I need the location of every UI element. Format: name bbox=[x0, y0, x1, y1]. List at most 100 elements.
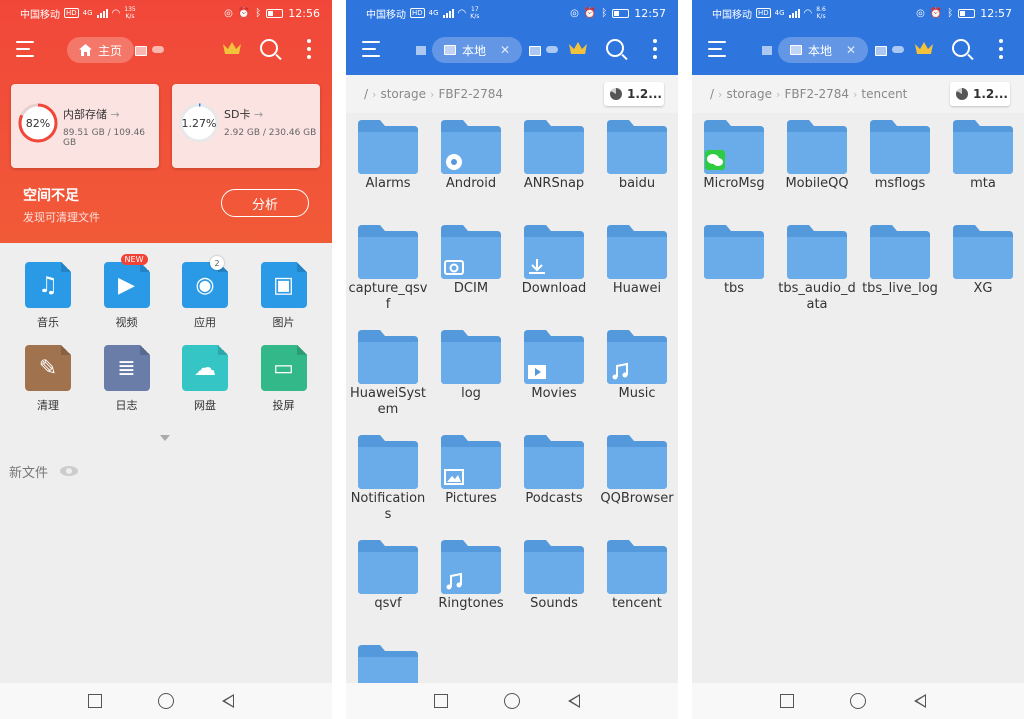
search-icon[interactable] bbox=[260, 39, 278, 57]
breadcrumb-item[interactable]: tencent bbox=[861, 87, 907, 101]
folder-item[interactable]: Ringtones bbox=[431, 540, 511, 612]
close-tab-icon[interactable]: ✕ bbox=[846, 43, 856, 57]
more-icon[interactable] bbox=[653, 39, 657, 59]
recents-button[interactable] bbox=[780, 694, 794, 708]
menu-icon[interactable] bbox=[708, 41, 728, 57]
search-icon[interactable] bbox=[606, 39, 624, 57]
tab-local[interactable]: 本地 ✕ bbox=[432, 37, 522, 63]
close-tab-icon[interactable]: ✕ bbox=[500, 43, 510, 57]
folder-item[interactable]: mta bbox=[943, 120, 1023, 192]
folder-item[interactable]: qsvf bbox=[348, 540, 428, 612]
tab-local[interactable]: 本地 ✕ bbox=[778, 37, 868, 63]
usage-label: 1.2... bbox=[973, 87, 1008, 101]
folder-name: tbs_audio_data bbox=[778, 281, 856, 312]
folder-item[interactable]: Movies bbox=[514, 330, 594, 402]
breadcrumb-item[interactable]: FBF2-2784 bbox=[784, 87, 849, 101]
crown-icon[interactable] bbox=[914, 40, 934, 56]
folder-item[interactable]: Android bbox=[431, 120, 511, 192]
crown-icon[interactable] bbox=[222, 40, 242, 56]
search-icon[interactable] bbox=[952, 39, 970, 57]
folder-item[interactable]: baidu bbox=[597, 120, 677, 192]
folder-item[interactable]: Alarms bbox=[348, 120, 428, 192]
folder-item[interactable]: Sounds bbox=[514, 540, 594, 612]
category-log[interactable]: ≣ 日志 bbox=[97, 345, 157, 413]
home-button[interactable] bbox=[850, 693, 866, 709]
category-video[interactable]: ▶ NEW 视频 bbox=[97, 254, 157, 330]
back-button[interactable] bbox=[568, 694, 580, 708]
crown-icon[interactable] bbox=[568, 40, 588, 56]
home-button[interactable] bbox=[158, 693, 174, 709]
analyze-button[interactable]: 分析 bbox=[221, 189, 309, 217]
home-tab-icon[interactable] bbox=[416, 46, 426, 55]
window-tab-icon[interactable] bbox=[529, 46, 541, 56]
folder-item[interactable]: Pictures bbox=[431, 435, 511, 507]
back-button[interactable] bbox=[914, 694, 926, 708]
breadcrumb-item[interactable]: storage bbox=[380, 87, 426, 101]
category-music[interactable]: ♫ 音乐 bbox=[18, 262, 78, 330]
cloud-tab-icon[interactable] bbox=[892, 46, 904, 53]
storage-size: 2.92 GB / 230.46 GB bbox=[224, 128, 317, 138]
category-cast[interactable]: ▭ 投屏 bbox=[254, 345, 314, 413]
signal-icon bbox=[788, 8, 800, 18]
back-button[interactable] bbox=[222, 694, 234, 708]
storage-usage-button[interactable]: 1.2... bbox=[604, 82, 664, 106]
home-tab-icon[interactable] bbox=[762, 46, 772, 55]
folder-name: Alarms bbox=[365, 176, 411, 191]
home-button[interactable] bbox=[504, 693, 520, 709]
category-image[interactable]: ▣ 图片 bbox=[254, 262, 314, 330]
folder-icon bbox=[787, 120, 847, 174]
category-broom[interactable]: ✎ 清理 bbox=[18, 345, 78, 413]
folder-item[interactable]: msflogs bbox=[860, 120, 940, 192]
eye-icon[interactable] bbox=[60, 466, 78, 476]
folder-item[interactable]: tbs_live_log bbox=[860, 225, 940, 297]
category-cloud[interactable]: ☁ 网盘 bbox=[175, 345, 235, 413]
folder-item[interactable]: MicroMsg bbox=[694, 120, 774, 192]
folder-item[interactable]: Podcasts bbox=[514, 435, 594, 507]
folder-item[interactable]: QQBrowser bbox=[597, 435, 677, 507]
category-label: 日志 bbox=[115, 399, 138, 412]
folder-item[interactable]: log bbox=[431, 330, 511, 402]
menu-icon[interactable] bbox=[362, 41, 382, 57]
category-android[interactable]: ◉ 2 应用 bbox=[175, 256, 235, 330]
folder-item[interactable]: HuaweiSystem bbox=[348, 330, 428, 418]
breadcrumb-item[interactable]: / bbox=[364, 87, 368, 101]
folder-name: Sounds bbox=[530, 596, 578, 611]
folder-item[interactable]: Notifications bbox=[348, 435, 428, 523]
recents-button[interactable] bbox=[88, 694, 102, 708]
folder-item[interactable]: MobileQQ bbox=[777, 120, 857, 192]
folder-item[interactable]: ANRSnap bbox=[514, 120, 594, 192]
tab-home[interactable]: 主页 bbox=[67, 37, 135, 63]
storage-card-internal[interactable]: 82% 内部存储 → 89.51 GB / 109.46 GB bbox=[11, 84, 159, 168]
storage-card-sd[interactable]: 1.27% SD卡 → 2.92 GB / 230.46 GB bbox=[172, 84, 320, 168]
folder-icon bbox=[441, 435, 501, 489]
window-tab-icon[interactable] bbox=[875, 46, 887, 56]
breadcrumb-item[interactable]: FBF2-2784 bbox=[438, 87, 503, 101]
more-icon[interactable] bbox=[307, 39, 311, 59]
category-tile: ▭ bbox=[260, 345, 307, 391]
storage-usage-button[interactable]: 1.2... bbox=[950, 82, 1010, 106]
folder-item[interactable]: capture_qsvf bbox=[348, 225, 428, 313]
battery-icon bbox=[958, 8, 976, 18]
folder-icon bbox=[358, 225, 418, 279]
breadcrumb-item[interactable]: / bbox=[710, 87, 714, 101]
folder-item[interactable]: tbs bbox=[694, 225, 774, 297]
more-icon[interactable] bbox=[999, 39, 1003, 59]
folder-item[interactable]: Download bbox=[514, 225, 594, 297]
recents-button[interactable] bbox=[434, 694, 448, 708]
folder-item[interactable]: DCIM bbox=[431, 225, 511, 297]
folder-item[interactable]: Huawei bbox=[597, 225, 677, 297]
android-icon: ◉ bbox=[195, 272, 215, 298]
menu-icon[interactable] bbox=[16, 41, 36, 57]
cloud-tab-icon[interactable] bbox=[152, 46, 164, 53]
expand-arrow-icon[interactable] bbox=[160, 435, 170, 441]
folder-name: MicroMsg bbox=[703, 176, 765, 191]
cloud-tab-icon[interactable] bbox=[546, 46, 558, 53]
folder-item[interactable]: tbs_audio_data bbox=[777, 225, 857, 313]
folder-name: tencent bbox=[612, 596, 662, 611]
folder-name: Podcasts bbox=[525, 491, 583, 506]
folder-item[interactable]: tencent bbox=[597, 540, 677, 612]
folder-item[interactable]: XG bbox=[943, 225, 1023, 297]
folder-item[interactable]: Music bbox=[597, 330, 677, 402]
window-tab-icon[interactable] bbox=[135, 46, 147, 56]
breadcrumb-item[interactable]: storage bbox=[726, 87, 772, 101]
